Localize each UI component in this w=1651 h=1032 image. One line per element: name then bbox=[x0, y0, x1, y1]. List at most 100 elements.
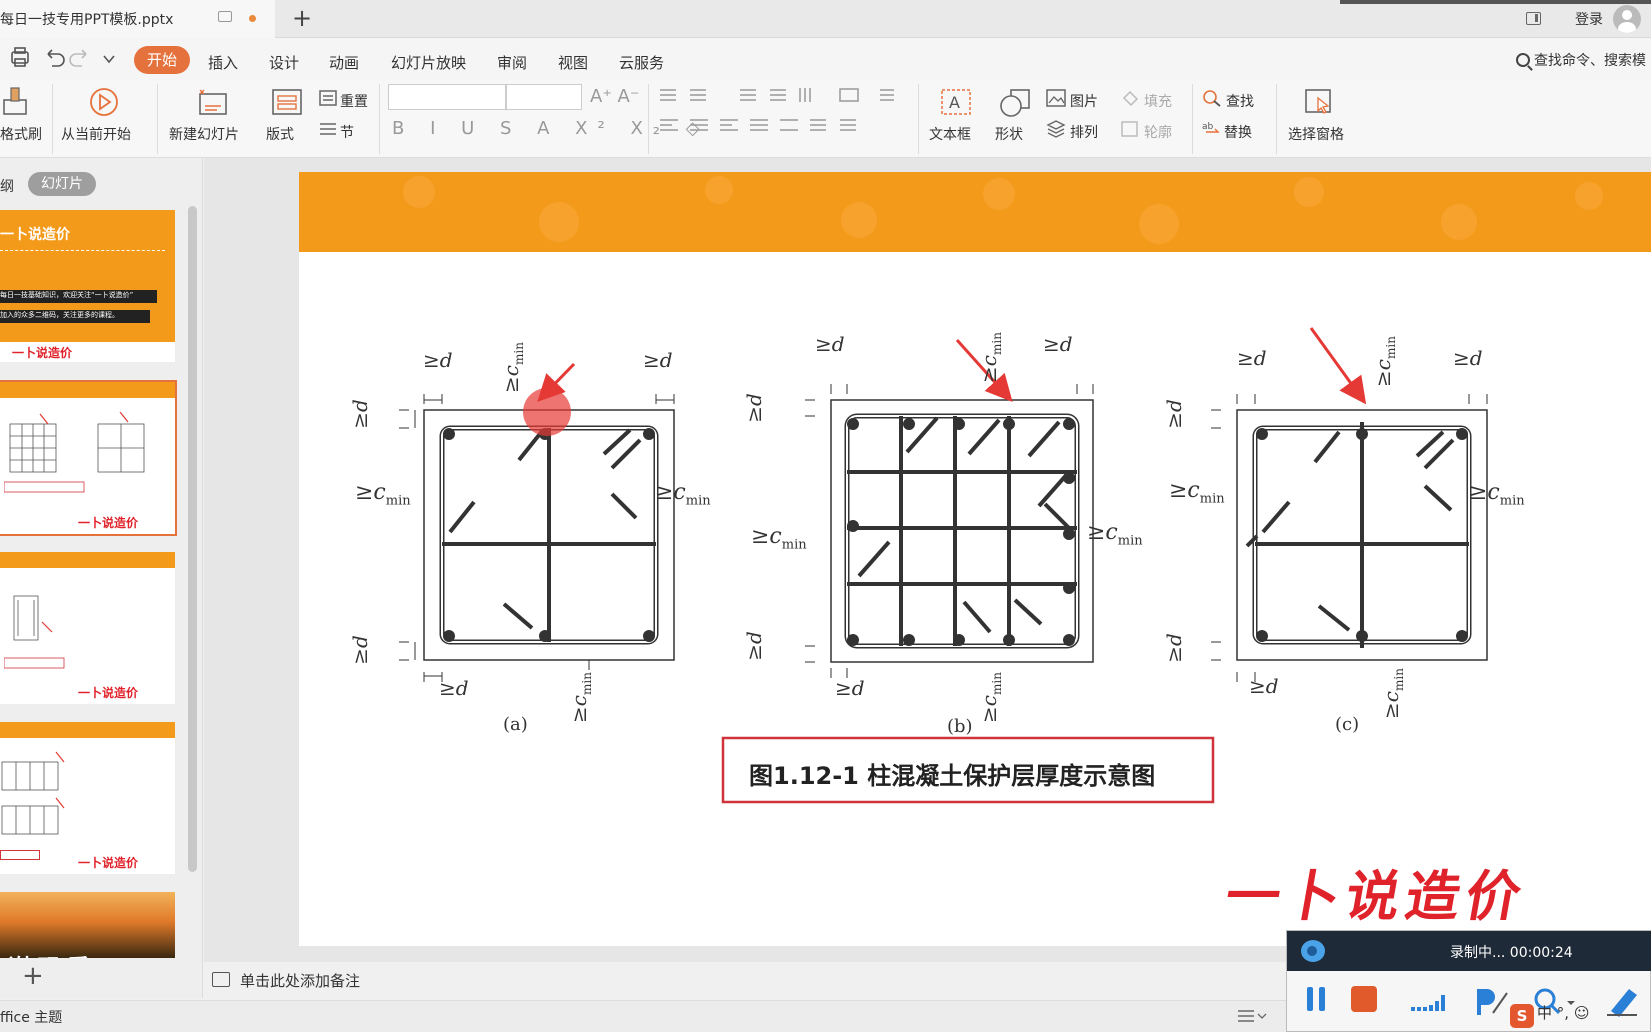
slide-panel-scrollbar[interactable] bbox=[188, 206, 197, 872]
shape-icon[interactable] bbox=[999, 86, 1033, 118]
screen-recorder-widget: 录制中... 00:00:24 bbox=[1286, 930, 1651, 1032]
thumb1-line1: 每日一技基础知识，欢迎关注“一卜说造价” bbox=[0, 290, 157, 303]
shape-label[interactable]: 形状 bbox=[995, 124, 1023, 144]
font-size-select[interactable] bbox=[506, 84, 582, 110]
new-slide-label[interactable]: 新建幻灯片 bbox=[169, 124, 239, 144]
menu-tab-review[interactable]: 审阅 bbox=[497, 52, 527, 73]
new-slide-icon[interactable] bbox=[196, 86, 230, 118]
outline-label[interactable]: 轮廓 bbox=[1144, 122, 1172, 142]
tab-slides[interactable]: 幻灯片 bbox=[28, 172, 96, 196]
section-c-drawing bbox=[1211, 394, 1488, 682]
picture-icon[interactable] bbox=[1046, 89, 1066, 107]
menu-tab-animation[interactable]: 动画 bbox=[329, 52, 359, 73]
notes-toggle-icon[interactable] bbox=[1236, 1006, 1270, 1026]
label-d-a1: ≥d bbox=[423, 348, 453, 372]
login-link[interactable]: 登录 bbox=[1575, 9, 1603, 29]
arrange-icon[interactable] bbox=[1046, 120, 1066, 138]
label-cmin-a3: ≥cmin bbox=[498, 342, 526, 393]
theme-label: ffice 主题 bbox=[0, 1010, 63, 1026]
slide-thumbnail-4[interactable]: 一卜说造价 bbox=[0, 722, 175, 874]
pause-button[interactable] bbox=[1307, 987, 1327, 1011]
monitor-icon[interactable] bbox=[218, 11, 232, 22]
pen-tool-icon[interactable] bbox=[1471, 985, 1511, 1017]
stop-button[interactable] bbox=[1351, 986, 1377, 1012]
font-size-increase-icon[interactable]: A⁺ A⁻ bbox=[590, 86, 639, 107]
new-tab-button[interactable]: + bbox=[290, 6, 314, 30]
volume-level-icon[interactable] bbox=[1409, 989, 1449, 1013]
undo-icon[interactable] bbox=[47, 49, 65, 67]
replace-label[interactable]: 替换 bbox=[1224, 122, 1252, 142]
window-mode-icon[interactable] bbox=[1526, 12, 1541, 25]
ribbon-separator bbox=[918, 84, 919, 154]
label-cmin-c3: ≥cmin bbox=[1370, 336, 1398, 387]
document-tab[interactable]: 每日一技专用PPT模板.pptx bbox=[0, 0, 275, 38]
label-d-c4: ≥d bbox=[1161, 633, 1186, 663]
format-painter-label[interactable]: 格式刷 bbox=[0, 124, 42, 144]
text-box-icon[interactable]: A bbox=[940, 88, 972, 118]
menu-tab-slideshow[interactable]: 幻灯片放映 bbox=[391, 52, 466, 73]
quick-access-toolbar bbox=[11, 47, 115, 67]
fill-label[interactable]: 填充 bbox=[1144, 91, 1172, 111]
figure-caption: 图1.12-1 柱混凝土保护层厚度示意图 bbox=[749, 762, 1156, 790]
red-arrow-c bbox=[1309, 327, 1367, 405]
menu-tab-cloud[interactable]: 云服务 bbox=[619, 52, 664, 73]
slide-thumbnail-1[interactable]: 一卜说造价 每日一技基础知识，欢迎关注“一卜说造价” 加入的众多二维码，关注更多… bbox=[0, 210, 175, 362]
menu-tab-view[interactable]: 视图 bbox=[558, 52, 588, 73]
from-current-label[interactable]: 从当前开始 bbox=[61, 124, 131, 144]
menu-tab-design[interactable]: 设计 bbox=[269, 52, 299, 73]
slide-canvas[interactable]: ≥d ≥d ≥d ≥d ≥d ≥cmin ≥cmin ≥cmin ≥cmin (… bbox=[299, 172, 1651, 946]
label-d-b4: ≥d bbox=[741, 631, 766, 661]
label-cmin-b3: ≥cmin bbox=[976, 332, 1004, 383]
reset-label[interactable]: 重置 bbox=[340, 91, 368, 111]
font-family-select[interactable] bbox=[388, 84, 506, 110]
redo-icon[interactable] bbox=[69, 49, 87, 67]
replace-icon[interactable]: ab bbox=[1202, 120, 1222, 138]
notes-placeholder[interactable]: 单击此处添加备注 bbox=[240, 970, 360, 991]
ribbon-separator bbox=[52, 84, 53, 154]
menu-tab-home[interactable]: 开始 bbox=[134, 46, 190, 74]
layout-icon[interactable] bbox=[271, 88, 303, 116]
label-d-c2: ≥d bbox=[1453, 346, 1483, 370]
slide-thumbnail-5[interactable]: 谢 观 看 bbox=[0, 892, 175, 958]
section-icon[interactable] bbox=[318, 120, 338, 138]
print-icon[interactable] bbox=[11, 47, 29, 67]
layout-label[interactable]: 版式 bbox=[266, 124, 294, 144]
slide-thumbnail-2[interactable]: 一卜说造价 bbox=[0, 380, 177, 536]
arrange-label[interactable]: 排列 bbox=[1070, 122, 1098, 142]
add-slide-button[interactable]: + bbox=[22, 961, 44, 991]
label-b: (b) bbox=[947, 716, 973, 737]
command-search[interactable]: 查找命令、搜索模 bbox=[1516, 50, 1646, 70]
document-tab-name[interactable]: 每日一技专用PPT模板.pptx bbox=[0, 9, 173, 29]
svg-text:ab: ab bbox=[1202, 122, 1214, 132]
select-pane-icon[interactable] bbox=[1304, 88, 1334, 118]
ribbon-separator bbox=[1276, 84, 1277, 154]
label-d-c3: ≥d bbox=[1161, 399, 1186, 429]
section-b-drawing bbox=[805, 384, 1094, 678]
highlighter-icon[interactable] bbox=[1605, 983, 1645, 1017]
label-d-b3: ≥d bbox=[741, 393, 766, 423]
quick-access-dropdown-icon[interactable] bbox=[103, 55, 115, 64]
svg-text:A: A bbox=[949, 93, 960, 112]
picture-label[interactable]: 图片 bbox=[1070, 91, 1098, 111]
ribbon-separator bbox=[1192, 84, 1193, 154]
find-icon[interactable] bbox=[1202, 89, 1222, 107]
recorder-status: 录制中... 00:00:24 bbox=[1450, 945, 1573, 961]
window-shadow bbox=[1340, 0, 1651, 4]
section-label[interactable]: 节 bbox=[340, 122, 354, 142]
camera-icon[interactable] bbox=[1301, 940, 1325, 962]
outline-icon[interactable] bbox=[1120, 120, 1140, 138]
play-from-current-icon[interactable] bbox=[88, 86, 120, 118]
tab-outline[interactable]: 纲 bbox=[0, 176, 14, 196]
find-label[interactable]: 查找 bbox=[1226, 91, 1254, 111]
avatar[interactable] bbox=[1613, 5, 1641, 33]
format-painter-icon[interactable] bbox=[0, 86, 32, 120]
slide-thumbnail-3[interactable]: 一卜说造价 bbox=[0, 552, 175, 704]
ime-mode[interactable]: 中 °, ☺ bbox=[1537, 1002, 1589, 1023]
text-box-label[interactable]: 文本框 bbox=[929, 124, 971, 144]
select-pane-label[interactable]: 选择窗格 bbox=[1288, 124, 1344, 144]
paragraph-icons[interactable] bbox=[658, 86, 908, 142]
menu-tab-insert[interactable]: 插入 bbox=[208, 52, 238, 73]
reset-icon[interactable] bbox=[318, 89, 338, 107]
ime-logo-icon[interactable]: S bbox=[1510, 1004, 1534, 1028]
fill-icon[interactable] bbox=[1120, 89, 1140, 107]
